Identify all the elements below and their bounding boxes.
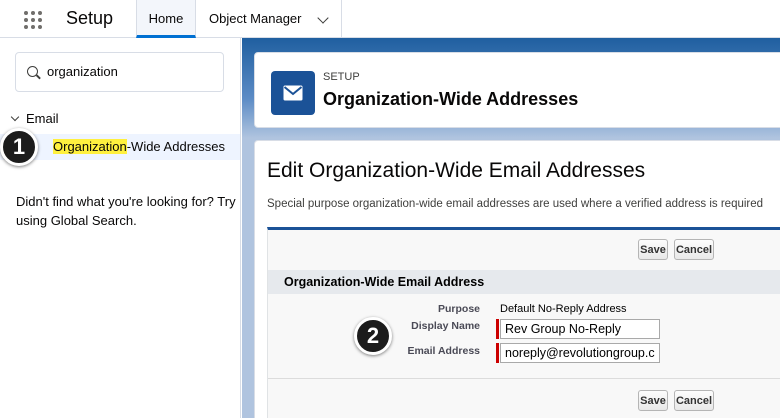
tab-home[interactable]: Home: [136, 0, 196, 38]
sidebar-item-label-rest: -Wide Addresses: [126, 139, 225, 154]
cancel-button-bottom[interactable]: Cancel: [674, 390, 714, 411]
display-name-field[interactable]: [500, 319, 660, 339]
save-button[interactable]: Save: [638, 239, 668, 260]
search-icon: [27, 66, 38, 77]
email-icon: [271, 71, 315, 115]
tab-object-manager[interactable]: Object Manager: [196, 0, 342, 38]
page-title: Organization-Wide Addresses: [323, 89, 579, 109]
purpose-label: Purpose: [437, 303, 480, 315]
setup-sidebar: Email Organization-Wide Addresses Didn't…: [0, 38, 241, 418]
app-name: Setup: [66, 8, 114, 28]
purpose-value: Default No-Reply Address: [500, 303, 627, 315]
app-launcher-icon[interactable]: [24, 11, 42, 29]
main-content: SETUP Organization-Wide Addresses Edit O…: [242, 38, 780, 418]
cancel-button[interactable]: Cancel: [674, 239, 714, 260]
quick-find-input[interactable]: [47, 64, 217, 79]
save-button-bottom[interactable]: Save: [638, 390, 668, 411]
required-indicator: [496, 319, 499, 339]
tree-group-label: Email: [26, 111, 59, 126]
tree-group-email[interactable]: Email: [10, 111, 59, 126]
step-badge-1: 1: [0, 128, 38, 166]
tab-object-manager-label: Object Manager: [209, 11, 302, 26]
section-header: Organization-Wide Email Address: [268, 270, 780, 294]
step-badge-2: 2: [354, 317, 392, 355]
breadcrumb[interactable]: SETUP: [323, 71, 360, 83]
form-description: Special purpose organization-wide email …: [267, 198, 764, 210]
edit-form: Save Cancel Organization-Wide Email Addr…: [267, 227, 780, 418]
page-header: SETUP Organization-Wide Addresses: [254, 52, 780, 128]
divider: [268, 378, 780, 379]
chevron-down-icon[interactable]: [10, 112, 20, 122]
email-address-field[interactable]: [500, 343, 660, 363]
not-found-message: Didn't find what you're looking for? Try…: [16, 194, 236, 228]
required-indicator: [496, 343, 499, 363]
search-match-highlight: Organization: [53, 139, 127, 154]
edit-form-card: Edit Organization-Wide Email Addresses S…: [254, 140, 780, 418]
chevron-down-icon[interactable]: [317, 12, 329, 24]
quick-find-box[interactable]: [15, 52, 224, 92]
global-header: Setup Home Object Manager: [0, 0, 780, 38]
form-heading: Edit Organization-Wide Email Addresses: [267, 159, 646, 182]
